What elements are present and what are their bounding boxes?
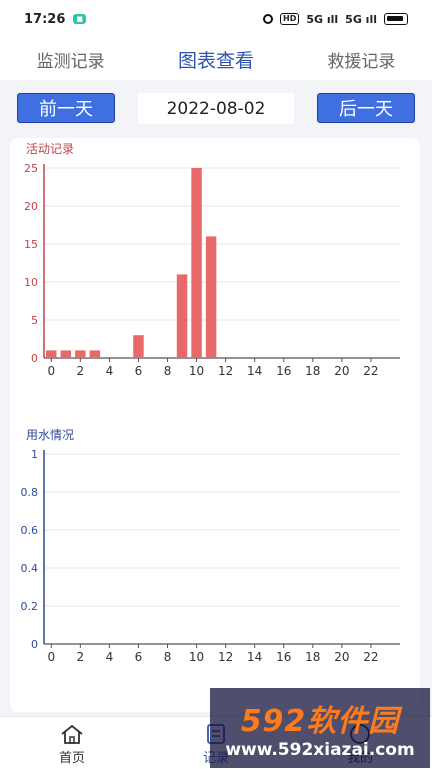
y-tick-label: 0.8	[21, 486, 39, 499]
water-usage-chart: 00.20.40.60.810 2 4 6 8 10 12 14 16 18 20 22	[21, 448, 400, 664]
x-tick-label: 12	[218, 364, 233, 378]
x-tick-label: 20	[334, 650, 349, 664]
x-tick-label: 6	[135, 650, 143, 664]
y-tick-label: 0	[31, 638, 38, 651]
x-tick-label: 22	[363, 364, 378, 378]
x-tick-label: 14	[247, 650, 262, 664]
x-tick-label: 4	[106, 364, 114, 378]
x-tick-label: 20	[334, 364, 349, 378]
x-tick-label: 2	[77, 364, 85, 378]
bottom-nav: 首页 记录 我的	[0, 716, 432, 769]
status-bar: 17:26 ■ HD 5G ıll 5G ıll	[0, 0, 432, 38]
x-tick-label: 6	[135, 364, 143, 378]
bar	[133, 335, 144, 358]
bar	[60, 350, 72, 358]
tab-rescue-records[interactable]: 救援记录	[319, 41, 403, 78]
tab-chart-view[interactable]: 图表查看	[170, 40, 262, 79]
y-tick-label: 0.2	[21, 600, 39, 613]
hd-badge: HD	[280, 13, 300, 25]
x-tick-label: 18	[305, 650, 320, 664]
water-chart-title: 用水情况	[26, 428, 75, 442]
y-tick-label: 0.4	[21, 562, 39, 575]
y-tick-label: 1	[31, 448, 38, 461]
user-icon	[350, 724, 370, 744]
x-tick-label: 8	[164, 650, 172, 664]
signal-icon-2: 5G ıll	[345, 12, 377, 26]
x-tick-label: 16	[276, 364, 291, 378]
x-tick-label: 8	[164, 364, 172, 378]
x-tick-label: 10	[189, 364, 204, 378]
activity-chart-title: 活动记录	[26, 142, 75, 156]
bar	[205, 236, 217, 358]
nav-mine[interactable]: 我的	[347, 717, 373, 766]
bar	[191, 168, 202, 358]
y-tick-label: 25	[24, 162, 38, 175]
x-tick-label: 2	[77, 650, 85, 664]
y-tick-label: 5	[31, 314, 38, 327]
y-tick-label: 0.6	[21, 524, 39, 537]
tab-monitor-records[interactable]: 监测记录	[29, 41, 113, 78]
x-tick-label: 22	[363, 650, 378, 664]
y-tick-label: 10	[24, 276, 38, 289]
y-tick-label: 0	[31, 352, 38, 365]
date-field[interactable]: 2022-08-02	[138, 93, 294, 124]
top-tabs: 监测记录 图表查看 救援记录	[0, 38, 432, 80]
nav-records-label: 记录	[202, 751, 229, 766]
next-day-button[interactable]: 后一天	[317, 93, 415, 123]
x-tick-label: 14	[247, 364, 262, 378]
bar	[75, 350, 86, 358]
status-time: 17:26	[24, 11, 66, 27]
x-tick-label: 18	[305, 364, 320, 378]
battery-icon	[384, 13, 408, 25]
chart-card: 活动记录 0 5 10 15 20 25 0 2 4 6 8 10 12 14 16 18 20 22 用水情况 …	[10, 138, 420, 712]
home-icon	[61, 724, 83, 744]
x-tick-label: 12	[218, 650, 233, 664]
x-tick-label: 0	[47, 650, 55, 664]
alarm-icon	[263, 14, 273, 24]
nav-home-label: 首页	[58, 751, 85, 766]
bar	[176, 274, 188, 358]
x-tick-label: 16	[276, 650, 291, 664]
x-tick-label: 10	[189, 650, 204, 664]
record-icon	[207, 724, 225, 744]
bar	[46, 350, 57, 358]
signal-icon-1: 5G ıll	[306, 12, 339, 26]
activity-chart: 0 5 10 15 20 25 0 2 4 6 8 10 12 14 16 18 20 22	[24, 162, 400, 378]
y-tick-label: 20	[24, 200, 38, 213]
bar	[89, 350, 101, 358]
nav-home[interactable]: 首页	[59, 717, 85, 766]
x-tick-label: 0	[47, 364, 55, 378]
prev-day-button[interactable]: 前一天	[17, 93, 115, 123]
app-notification-icon: ■	[73, 14, 87, 24]
y-tick-label: 15	[24, 238, 38, 251]
x-tick-label: 4	[106, 650, 114, 664]
nav-mine-label: 我的	[346, 751, 373, 766]
nav-records[interactable]: 记录	[203, 717, 229, 766]
